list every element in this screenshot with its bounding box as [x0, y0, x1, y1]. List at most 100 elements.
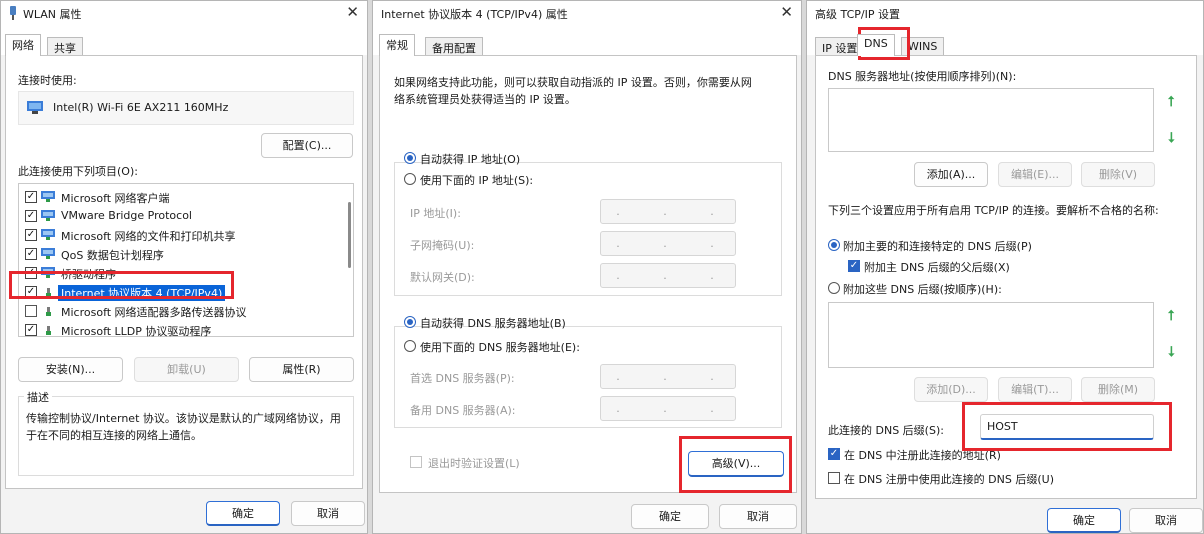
description-text-2: 于在不同的相互连接的网络上通信。 [26, 429, 202, 442]
item-checkbox[interactable]: ✓ [25, 248, 37, 260]
item-checkbox[interactable]: ✓ [25, 229, 37, 241]
item-checkbox[interactable]: ✓ [25, 191, 37, 203]
append-parent-label[interactable]: 附加主 DNS 后缀的父后缀(X) [864, 259, 1010, 275]
item-label: Microsoft 网络适配器多路传送器协议 [61, 306, 247, 319]
scrollbar-thumb[interactable] [348, 202, 351, 268]
connection-suffix-input[interactable]: HOST [980, 414, 1154, 440]
dns-tab-page: DNS 服务器地址(按使用顺序排列)(N): ⭡ ⭣ 添加(A)... 编辑(E… [815, 55, 1197, 499]
adapter-box: Intel(R) Wi-Fi 6E AX211 160MHz [18, 91, 354, 125]
append-primary-label[interactable]: 附加主要的和连接特定的 DNS 后缀(P) [843, 238, 1032, 254]
properties-button[interactable]: 属性(R) [249, 357, 354, 382]
item-label: 桥驱动程序 [61, 268, 116, 281]
advanced-button[interactable]: 高级(V)... [688, 451, 784, 477]
network-component-icon [41, 191, 55, 202]
preferred-dns-label: 首选 DNS 服务器(P): [410, 372, 515, 385]
network-component-icon [46, 326, 51, 335]
close-icon[interactable]: ✕ [346, 3, 359, 21]
alternate-dns-label: 备用 DNS 服务器(A): [410, 404, 516, 417]
item-checkbox[interactable] [25, 305, 37, 317]
subnet-mask-input[interactable]: . . . [600, 231, 736, 256]
configure-button[interactable]: 配置(C)... [261, 133, 353, 158]
window-title: 高级 TCP/IP 设置 [815, 8, 900, 21]
ip-address-input[interactable]: . . . [600, 199, 736, 224]
close-icon[interactable]: ✕ [780, 3, 793, 21]
item-label: Microsoft 网络的文件和打印机共享 [61, 230, 236, 243]
register-dns-checkbox[interactable]: ✓ [828, 448, 840, 460]
ok-button[interactable]: 确定 [1047, 508, 1121, 533]
ok-button[interactable]: 确定 [206, 501, 280, 526]
register-dns-label[interactable]: 在 DNS 中注册此连接的地址(R) [844, 447, 1001, 463]
suffix-delete-button[interactable]: 删除(M) [1081, 377, 1155, 402]
default-gateway-input[interactable]: . . . [600, 263, 736, 288]
move-up-icon[interactable]: ⭡ [1168, 94, 1175, 110]
append-these-label[interactable]: 附加这些 DNS 后缀(按顺序)(H): [843, 281, 1002, 297]
manual-ip-radio[interactable] [404, 173, 416, 185]
suffix-list[interactable] [828, 302, 1154, 368]
item-label: QoS 数据包计划程序 [61, 249, 164, 262]
manual-ip-label[interactable]: 使用下面的 IP 地址(S): [420, 172, 533, 188]
subnet-mask-label: 子网掩码(U): [410, 239, 475, 252]
dns-edit-button[interactable]: 编辑(E)... [998, 162, 1072, 187]
items-label: 此连接使用下列项目(O): [18, 165, 138, 178]
connection-suffix-label: 此连接的 DNS 后缀(S): [828, 424, 944, 437]
install-button[interactable]: 安装(N)... [18, 357, 123, 382]
suffix-move-up-icon[interactable]: ⭡ [1168, 308, 1175, 324]
item-checkbox[interactable]: ✓ [25, 324, 37, 336]
item-label: Microsoft 网络客户端 [61, 192, 170, 205]
dns-add-button[interactable]: 添加(A)... [914, 162, 988, 187]
network-component-icon [41, 210, 55, 221]
suffix-edit-button[interactable]: 编辑(T)... [998, 377, 1072, 402]
tab-alternate-config[interactable]: 备用配置 [425, 37, 483, 56]
ok-button[interactable]: 确定 [631, 504, 709, 529]
auto-ip-radio[interactable] [404, 152, 416, 164]
cancel-button[interactable]: 取消 [291, 501, 365, 526]
adapter-name: Intel(R) Wi-Fi 6E AX211 160MHz [53, 101, 229, 114]
description-label: 描述 [24, 389, 52, 405]
suffix-add-button[interactable]: 添加(D)... [914, 377, 988, 402]
validate-on-exit-label[interactable]: 退出时验证设置(L) [428, 455, 520, 471]
append-primary-radio[interactable] [828, 239, 840, 251]
network-tab-page: 连接时使用: Intel(R) Wi-Fi 6E AX211 160MHz 配置… [5, 55, 363, 489]
tab-sharing[interactable]: 共享 [47, 37, 83, 56]
tab-wins[interactable]: WINS [901, 37, 945, 56]
manual-dns-label[interactable]: 使用下面的 DNS 服务器地址(E): [420, 339, 580, 355]
use-suffix-registration-label[interactable]: 在 DNS 注册中使用此连接的 DNS 后缀(U) [844, 471, 1054, 487]
use-suffix-registration-checkbox[interactable] [828, 472, 840, 484]
title-bar: 高级 TCP/IP 设置 [807, 1, 1203, 25]
intro-text-2: 络系统管理员处获得适当的 IP 设置。 [394, 93, 576, 106]
dns-delete-button[interactable]: 删除(V) [1081, 162, 1155, 187]
item-checkbox[interactable]: ✓ [25, 286, 37, 298]
item-label: Microsoft LLDP 协议驱动程序 [61, 325, 212, 338]
suffix-move-down-icon[interactable]: ⭣ [1168, 344, 1175, 360]
connection-suffix-value: HOST [987, 420, 1018, 433]
network-component-icon [41, 248, 55, 259]
auto-dns-radio[interactable] [404, 316, 416, 328]
move-down-icon[interactable]: ⭣ [1168, 130, 1175, 146]
title-bar: Internet 协议版本 4 (TCP/IPv4) 属性 ✕ [373, 1, 801, 25]
append-these-radio[interactable] [828, 282, 840, 294]
item-checkbox[interactable]: ✓ [25, 267, 37, 279]
items-list[interactable]: ✓ Microsoft 网络客户端 ✓ VMware Bridge Protocol ✓… [18, 183, 354, 338]
network-component-icon [41, 229, 55, 240]
append-parent-checkbox[interactable]: ✓ [848, 260, 860, 272]
network-component-icon [46, 307, 51, 316]
auto-ip-label[interactable]: 自动获得 IP 地址(O) [420, 151, 520, 167]
tab-dns[interactable]: DNS [857, 34, 895, 56]
cancel-button[interactable]: 取消 [719, 504, 797, 529]
tab-network[interactable]: 网络 [5, 34, 41, 56]
window-title: Internet 协议版本 4 (TCP/IPv4) 属性 [381, 8, 568, 21]
dns-servers-list[interactable] [828, 88, 1154, 152]
item-checkbox[interactable]: ✓ [25, 210, 37, 222]
default-gateway-label: 默认网关(D): [410, 271, 475, 284]
tab-general[interactable]: 常规 [379, 34, 415, 56]
alternate-dns-input[interactable]: . . . [600, 396, 736, 421]
auto-dns-label[interactable]: 自动获得 DNS 服务器地址(B) [420, 315, 566, 331]
dns-servers-label: DNS 服务器地址(按使用顺序排列)(N): [828, 70, 1017, 83]
network-adapter-icon [27, 101, 43, 114]
manual-dns-radio[interactable] [404, 340, 416, 352]
validate-on-exit-checkbox[interactable] [410, 456, 422, 468]
item-label: Internet 协议版本 4 (TCP/IPv4) [58, 285, 226, 301]
cancel-button[interactable]: 取消 [1129, 508, 1203, 533]
preferred-dns-input[interactable]: . . . [600, 364, 736, 389]
uninstall-button[interactable]: 卸载(U) [134, 357, 239, 382]
